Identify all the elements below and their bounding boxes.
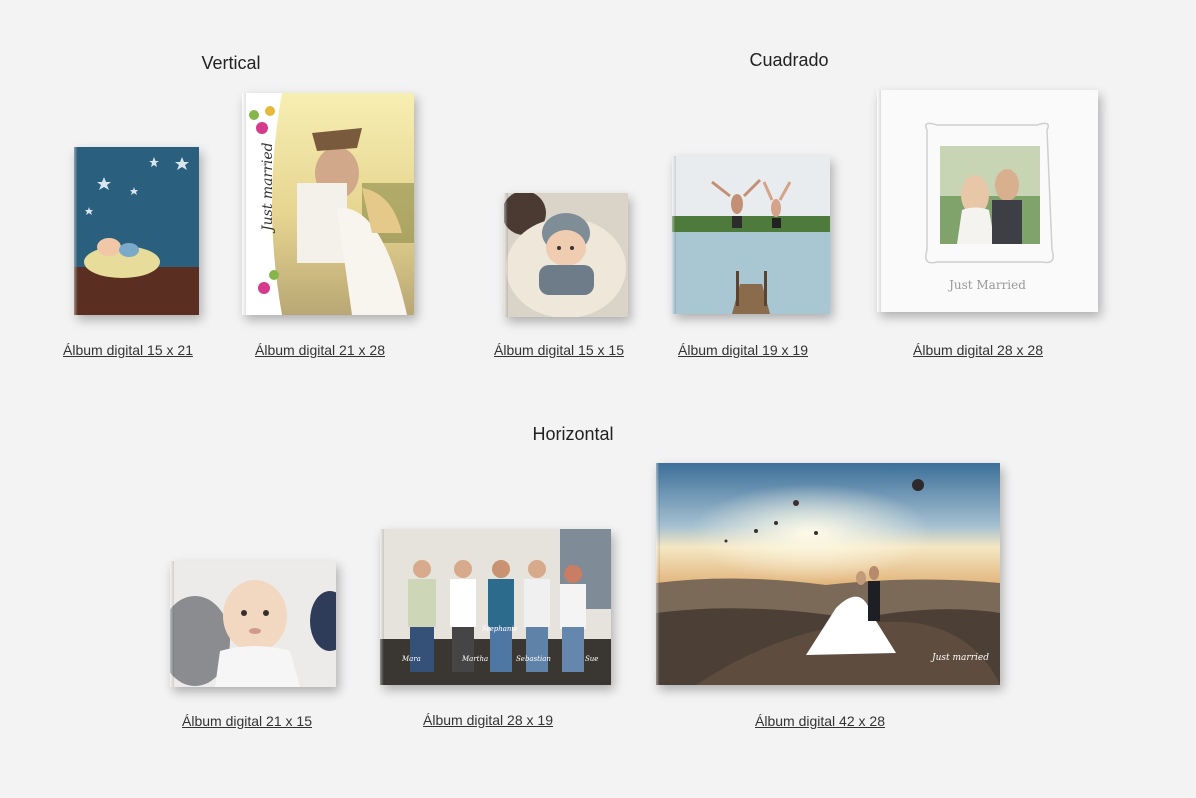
album-cover-42x28[interactable]: Just married (656, 463, 1000, 685)
section-title-cuadrado: Cuadrado (749, 50, 829, 70)
album-link-21x28[interactable]: Álbum digital 21 x 28 (255, 342, 385, 358)
album-link-21x15[interactable]: Álbum digital 21 x 15 (182, 713, 312, 729)
section-title-horizontal: Horizontal (532, 424, 614, 444)
section-title-vertical: Vertical (201, 53, 261, 73)
album-cover-28x19[interactable]: Mara Martha Stephanie Sebastian Sue (380, 529, 611, 685)
friend-name-3: Sebastian (516, 655, 551, 663)
cover-photo-baby-boy (170, 561, 336, 687)
cover-photo-wedding-balloons (656, 463, 1000, 685)
album-link-42x28[interactable]: Álbum digital 42 x 28 (755, 713, 885, 729)
album-link-28x19[interactable]: Álbum digital 28 x 19 (423, 712, 553, 728)
album-cover-19x19[interactable] (672, 156, 830, 314)
album-cover-15x21[interactable] (74, 147, 199, 315)
album-cover-15x15[interactable] (504, 193, 628, 317)
cover-photo-jump-lake (672, 156, 830, 314)
album-link-28x28[interactable]: Álbum digital 28 x 28 (913, 342, 1043, 358)
album-cover-28x28[interactable]: Just Married (877, 90, 1098, 312)
album-link-15x21[interactable]: Álbum digital 15 x 21 (63, 342, 193, 358)
friend-name-2: Stephanie (482, 625, 518, 633)
cover-text-just-married-square: Just Married (949, 278, 1026, 292)
cover-photo-baby-hat (504, 193, 628, 317)
album-cover-21x15[interactable] (170, 561, 336, 687)
friend-name-4: Sue (585, 655, 599, 663)
cover-text-just-married-vertical: Just married (260, 142, 276, 231)
album-cover-21x28[interactable]: Just married (242, 93, 414, 315)
album-link-15x15[interactable]: Álbum digital 15 x 15 (494, 342, 624, 358)
cover-photo-baby-moon (74, 147, 199, 315)
album-link-19x19[interactable]: Álbum digital 19 x 19 (678, 342, 808, 358)
cover-text-just-married-horizontal: Just married (932, 653, 989, 663)
friend-name-0: Mara (402, 655, 421, 663)
friend-name-1: Martha (462, 655, 489, 663)
